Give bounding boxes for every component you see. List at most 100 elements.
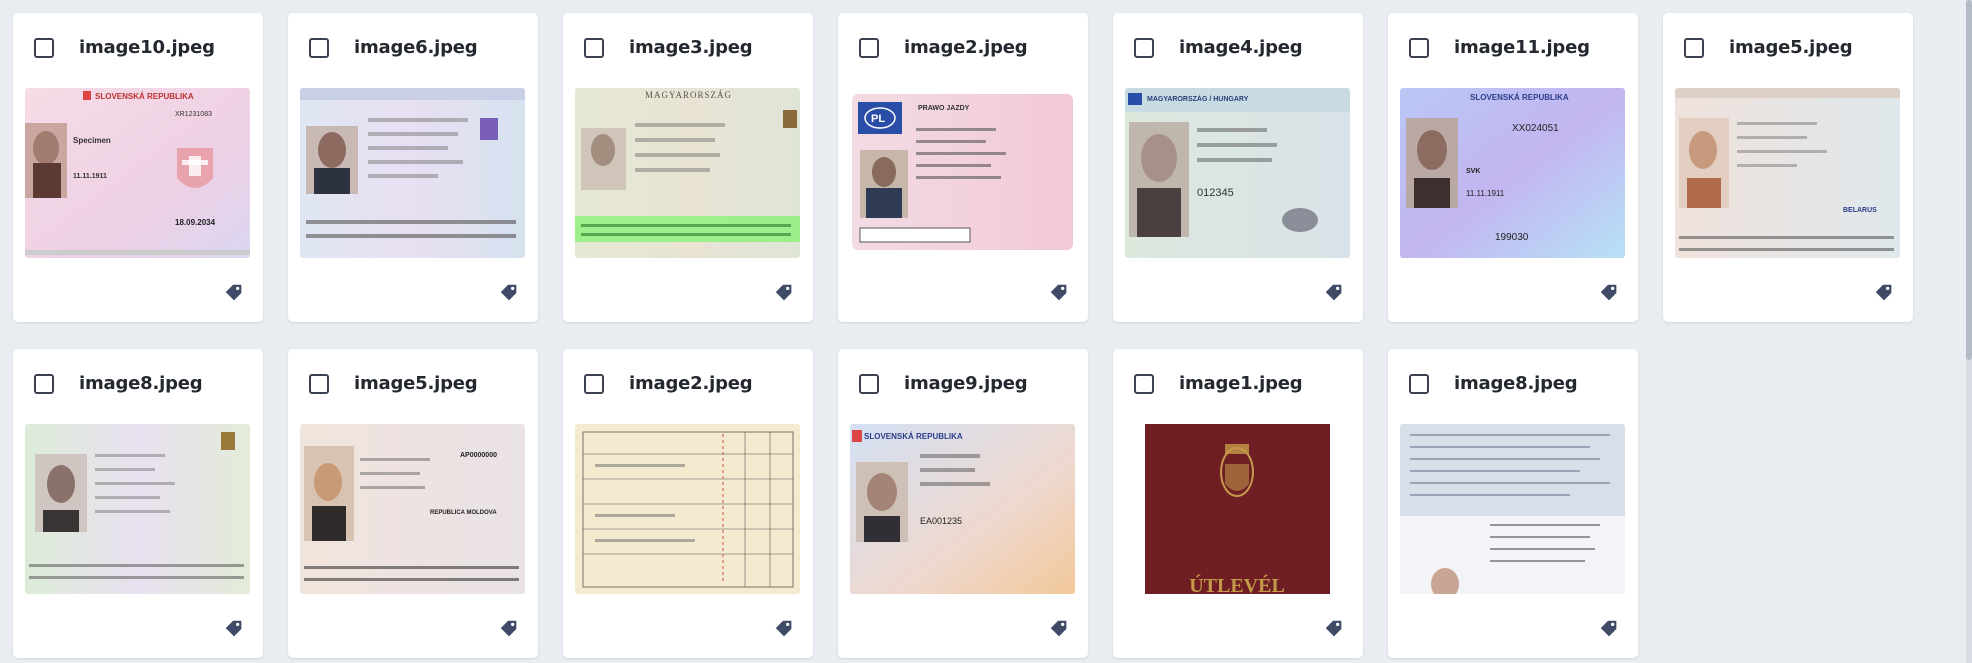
- svg-text:11.11.1911: 11.11.1911: [73, 173, 107, 180]
- tag-icon[interactable]: [1048, 282, 1070, 304]
- filename-label: image6.jpeg: [354, 37, 478, 58]
- slovak-id-card-thumbnail[interactable]: SLOVENSKÁ REPUBLIKA Specimen XR1231083 1…: [25, 88, 250, 258]
- svg-text:199030: 199030: [1495, 232, 1529, 243]
- card-header: image8.jpeg: [34, 373, 203, 394]
- image-card[interactable]: image10.jpeg SLOVENSKÁ REPUBLIKA Specime…: [13, 13, 263, 322]
- card-header: image2.jpeg: [859, 37, 1028, 58]
- tag-icon[interactable]: [1323, 618, 1345, 640]
- svg-text:012345: 012345: [1197, 187, 1234, 199]
- svg-text:11.11.1911: 11.11.1911: [1466, 189, 1505, 198]
- svg-text:SLOVENSKÁ REPUBLIKA: SLOVENSKÁ REPUBLIKA: [95, 92, 194, 101]
- tag-icon[interactable]: [1873, 282, 1895, 304]
- card-header: image10.jpeg: [34, 37, 215, 58]
- scrollbar[interactable]: [1966, 0, 1972, 663]
- image-gallery-grid: image10.jpeg SLOVENSKÁ REPUBLIKA Specime…: [13, 13, 1913, 658]
- filename-label: image1.jpeg: [1179, 373, 1303, 394]
- filename-label: image2.jpeg: [904, 37, 1028, 58]
- svg-text:EA001235: EA001235: [920, 516, 962, 526]
- belarus-id-card-thumbnail[interactable]: BELARUS: [1675, 88, 1900, 258]
- select-checkbox[interactable]: [1134, 37, 1154, 58]
- select-checkbox[interactable]: [584, 373, 604, 394]
- svg-text:PL: PL: [871, 113, 885, 125]
- select-checkbox[interactable]: [34, 37, 54, 58]
- slovak-residence-card-thumbnail[interactable]: [300, 88, 525, 258]
- select-checkbox[interactable]: [859, 37, 879, 58]
- svg-text:SLOVENSKÁ REPUBLIKA: SLOVENSKÁ REPUBLIKA: [864, 432, 963, 441]
- slovak-republic-id-thumbnail[interactable]: SLOVENSKÁ REPUBLIKA XX024051 SVK 11.11.1…: [1400, 88, 1625, 258]
- card-header: image6.jpeg: [309, 37, 478, 58]
- tag-icon[interactable]: [223, 282, 245, 304]
- svg-text:XR1231083: XR1231083: [175, 111, 212, 118]
- filename-label: image8.jpeg: [79, 373, 203, 394]
- select-checkbox[interactable]: [309, 37, 329, 58]
- image-card[interactable]: image4.jpeg MAGYARORSZÁG / HUNGARY 01234…: [1113, 13, 1363, 322]
- select-checkbox[interactable]: [1684, 37, 1704, 58]
- svg-text:SVK: SVK: [1466, 168, 1480, 175]
- select-checkbox[interactable]: [859, 373, 879, 394]
- filename-label: image3.jpeg: [629, 37, 753, 58]
- select-checkbox[interactable]: [309, 373, 329, 394]
- card-header: image8.jpeg: [1409, 373, 1578, 394]
- tag-icon[interactable]: [773, 282, 795, 304]
- image-card[interactable]: image2.jpeg PL PRAWO JAZDY: [838, 13, 1088, 322]
- tag-icon[interactable]: [1323, 282, 1345, 304]
- tag-icon[interactable]: [1598, 282, 1620, 304]
- svg-text:XX024051: XX024051: [1512, 123, 1559, 134]
- card-header: image9.jpeg: [859, 373, 1028, 394]
- svg-text:REPUBLICA MOLDOVA: REPUBLICA MOLDOVA: [430, 510, 497, 516]
- hungarian-passport-cover-thumbnail[interactable]: ÚTLEVÉL: [1125, 424, 1350, 594]
- svg-text:SLOVENSKÁ REPUBLIKA: SLOVENSKÁ REPUBLIKA: [1470, 93, 1569, 102]
- tag-icon[interactable]: [498, 618, 520, 640]
- svg-text:BELARUS: BELARUS: [1843, 207, 1877, 214]
- select-checkbox[interactable]: [1409, 373, 1429, 394]
- card-header: image11.jpeg: [1409, 37, 1590, 58]
- moldova-id-card-thumbnail[interactable]: AP0000000 REPUBLICA MOLDOVA: [300, 424, 525, 594]
- svg-text:ÚTLEVÉL: ÚTLEVÉL: [1189, 573, 1285, 594]
- card-header: image5.jpeg: [309, 373, 478, 394]
- svg-text:PRAWO JAZDY: PRAWO JAZDY: [918, 105, 970, 112]
- select-checkbox[interactable]: [1409, 37, 1429, 58]
- passport-page-scan-thumbnail[interactable]: [1400, 424, 1625, 594]
- card-header: image5.jpeg: [1684, 37, 1853, 58]
- select-checkbox[interactable]: [34, 373, 54, 394]
- image-card[interactable]: image2.jpeg: [563, 349, 813, 658]
- tag-icon[interactable]: [223, 618, 245, 640]
- filename-label: image8.jpeg: [1454, 373, 1578, 394]
- image-card[interactable]: image5.jpeg BELARUS: [1663, 13, 1913, 322]
- svg-text:18.09.2034: 18.09.2034: [175, 218, 216, 227]
- svg-text:Specimen: Specimen: [73, 136, 111, 145]
- image-card[interactable]: image11.jpeg SLOVENSKÁ REPUBLIKA XX02405…: [1388, 13, 1638, 322]
- filename-label: image10.jpeg: [79, 37, 215, 58]
- image-card[interactable]: image1.jpeg ÚTLEVÉL: [1113, 349, 1363, 658]
- hungarian-identity-card-thumbnail[interactable]: MAGYARORSZÁG / HUNGARY 012345: [1125, 88, 1350, 258]
- filename-label: image11.jpeg: [1454, 37, 1590, 58]
- image-card[interactable]: image9.jpeg SLOVENSKÁ REPUBLIKA EA001235: [838, 349, 1088, 658]
- card-header: image1.jpeg: [1134, 373, 1303, 394]
- svg-text:MAGYARORSZÁG: MAGYARORSZÁG: [645, 90, 732, 100]
- tag-icon[interactable]: [1598, 618, 1620, 640]
- id-card-specimen-thumbnail[interactable]: [25, 424, 250, 594]
- tag-icon[interactable]: [773, 618, 795, 640]
- select-checkbox[interactable]: [584, 37, 604, 58]
- polish-driving-licence-thumbnail[interactable]: PL PRAWO JAZDY: [850, 88, 1075, 258]
- select-checkbox[interactable]: [1134, 373, 1154, 394]
- image-card[interactable]: image3.jpeg MAGYARORSZÁG: [563, 13, 813, 322]
- scanned-form-thumbnail[interactable]: [575, 424, 800, 594]
- image-card[interactable]: image5.jpeg AP0000000 REPUBLICA MOLDOVA: [288, 349, 538, 658]
- scrollbar-thumb[interactable]: [1966, 0, 1972, 360]
- slovak-driving-licence-thumbnail[interactable]: SLOVENSKÁ REPUBLIKA EA001235: [850, 424, 1075, 594]
- tag-icon[interactable]: [498, 282, 520, 304]
- filename-label: image9.jpeg: [904, 373, 1028, 394]
- image-card[interactable]: image8.jpeg: [1388, 349, 1638, 658]
- filename-label: image5.jpeg: [1729, 37, 1853, 58]
- card-header: image4.jpeg: [1134, 37, 1303, 58]
- image-card[interactable]: image8.jpeg: [13, 349, 263, 658]
- svg-text:MAGYARORSZÁG / HUNGARY: MAGYARORSZÁG / HUNGARY: [1147, 94, 1249, 103]
- card-header: image3.jpeg: [584, 37, 753, 58]
- hungarian-id-card-thumbnail[interactable]: MAGYARORSZÁG: [575, 88, 800, 258]
- filename-label: image4.jpeg: [1179, 37, 1303, 58]
- svg-text:AP0000000: AP0000000: [460, 452, 497, 459]
- card-header: image2.jpeg: [584, 373, 753, 394]
- tag-icon[interactable]: [1048, 618, 1070, 640]
- image-card[interactable]: image6.jpeg: [288, 13, 538, 322]
